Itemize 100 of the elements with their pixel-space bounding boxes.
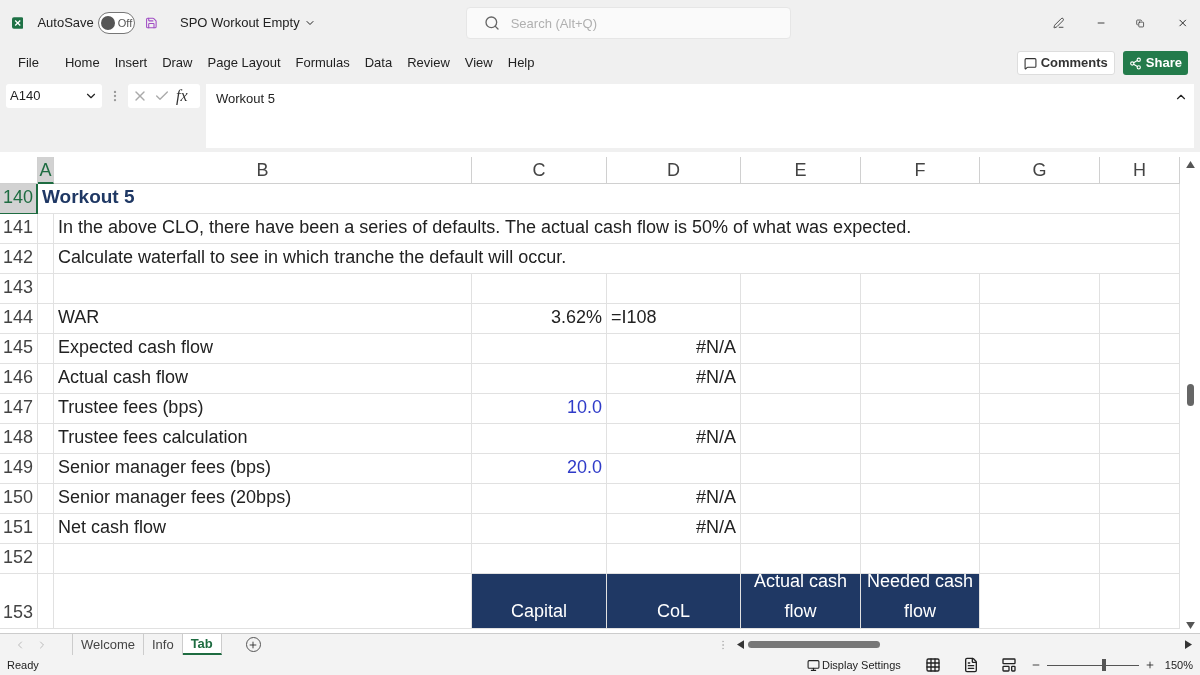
cell[interactable] <box>38 364 54 394</box>
cell[interactable] <box>607 454 741 484</box>
cell[interactable] <box>38 214 54 244</box>
ribbon-tab[interactable]: Help <box>507 53 535 73</box>
row-number[interactable]: 149 <box>0 454 38 484</box>
ribbon-tab[interactable]: Formulas <box>295 53 350 73</box>
row-number[interactable]: 142 <box>0 244 38 274</box>
cell[interactable]: #N/A <box>607 424 741 454</box>
cell[interactable]: Needed cash flow <box>861 574 980 629</box>
cell[interactable] <box>980 274 1100 304</box>
row-number[interactable]: 147 <box>0 394 38 424</box>
cell[interactable] <box>741 334 861 364</box>
cell[interactable]: 20.0 <box>472 454 607 484</box>
cell[interactable] <box>38 244 54 274</box>
cell[interactable] <box>54 544 472 574</box>
row-number[interactable]: 140 <box>0 184 38 214</box>
excel-logo-icon[interactable] <box>12 14 24 32</box>
column-header[interactable]: F <box>861 157 980 184</box>
cell[interactable] <box>472 274 607 304</box>
cell[interactable] <box>741 424 861 454</box>
cell[interactable]: #N/A <box>607 364 741 394</box>
cell[interactable] <box>54 274 472 304</box>
cell[interactable] <box>607 394 741 424</box>
cell[interactable] <box>861 334 980 364</box>
cell[interactable] <box>980 454 1100 484</box>
cell[interactable] <box>38 274 54 304</box>
cell[interactable] <box>38 304 54 334</box>
cell[interactable] <box>741 484 861 514</box>
cell[interactable]: Calculate waterfall to see in which tranche the default will occur. <box>54 244 1180 274</box>
row-number[interactable]: 153 <box>0 574 38 629</box>
scroll-left-icon[interactable] <box>736 640 744 649</box>
normal-view-icon[interactable] <box>924 657 941 673</box>
cell[interactable]: 10.0 <box>472 394 607 424</box>
row-number[interactable]: 144 <box>0 304 38 334</box>
cell[interactable]: Capital <box>472 574 607 629</box>
cell[interactable] <box>38 454 54 484</box>
cell[interactable] <box>861 484 980 514</box>
cell[interactable] <box>54 574 472 629</box>
ribbon-tab[interactable]: Insert <box>114 53 148 73</box>
column-header[interactable]: E <box>741 157 861 184</box>
file-name-menu[interactable]: SPO Workout Empty <box>180 13 316 33</box>
cell[interactable] <box>38 334 54 364</box>
cell[interactable]: =I108 <box>607 304 741 334</box>
cell[interactable]: 3.62% <box>472 304 607 334</box>
ribbon-tab[interactable]: Page Layout <box>207 53 281 73</box>
row-number[interactable]: 141 <box>0 214 38 244</box>
cell[interactable] <box>861 274 980 304</box>
cell[interactable] <box>741 514 861 544</box>
cell[interactable]: Expected cash flow <box>54 334 472 364</box>
cell[interactable]: Senior manager fees (20bps) <box>54 484 472 514</box>
scroll-down-icon[interactable] <box>1185 622 1195 629</box>
cell[interactable] <box>472 334 607 364</box>
cell[interactable]: Trustee fees (bps) <box>54 394 472 424</box>
row-number[interactable]: 148 <box>0 424 38 454</box>
scroll-up-icon[interactable] <box>1185 161 1195 168</box>
cell[interactable]: Actual cash flow <box>741 574 861 629</box>
cell[interactable] <box>38 514 54 544</box>
cell[interactable]: CoL <box>607 574 741 629</box>
cell[interactable] <box>861 364 980 394</box>
cell[interactable] <box>980 514 1100 544</box>
formula-field[interactable]: Workout 5 <box>216 89 275 109</box>
cell[interactable] <box>980 334 1100 364</box>
cell[interactable] <box>741 304 861 334</box>
cell[interactable] <box>472 514 607 544</box>
cell[interactable] <box>472 484 607 514</box>
cell[interactable] <box>980 394 1100 424</box>
ribbon-tab[interactable]: Review <box>407 53 450 73</box>
cell[interactable] <box>861 304 980 334</box>
cell[interactable]: Net cash flow <box>54 514 472 544</box>
cell[interactable] <box>861 394 980 424</box>
vertical-scrollbar-thumb[interactable] <box>1186 384 1194 406</box>
cell[interactable]: #N/A <box>607 334 741 364</box>
cell[interactable] <box>38 574 54 629</box>
column-header[interactable]: C <box>472 157 607 184</box>
zoom-slider[interactable] <box>1046 659 1139 671</box>
cell[interactable]: Trustee fees calculation <box>54 424 472 454</box>
comments-button[interactable]: Comments <box>1016 51 1115 75</box>
column-header[interactable]: B <box>54 157 472 184</box>
ribbon-tab[interactable]: Data <box>364 53 393 73</box>
autosave-toggle[interactable]: Off <box>97 12 136 34</box>
sheet-tab[interactable]: Tab <box>182 634 222 655</box>
cell[interactable] <box>980 424 1100 454</box>
zoom-level[interactable]: 150% <box>1164 656 1193 674</box>
row-number[interactable]: 151 <box>0 514 38 544</box>
cell[interactable]: Workout 5 <box>38 184 1180 214</box>
scroll-right-icon[interactable] <box>1185 640 1192 649</box>
page-break-icon[interactable] <box>1000 657 1017 673</box>
row-number[interactable]: 150 <box>0 484 38 514</box>
cell[interactable]: #N/A <box>607 514 741 544</box>
cell[interactable] <box>861 514 980 544</box>
cell[interactable] <box>861 424 980 454</box>
ribbon-tab[interactable]: Draw <box>162 53 193 73</box>
cell[interactable] <box>980 544 1100 574</box>
share-button[interactable]: Share <box>1122 51 1188 75</box>
column-header[interactable]: D <box>607 157 741 184</box>
cell[interactable] <box>607 274 741 304</box>
cell[interactable]: In the above CLO, there have been a series of defaults. The actual cash flow is 50% of what was expected. <box>54 214 1180 244</box>
cell[interactable] <box>741 364 861 394</box>
cell[interactable] <box>980 304 1100 334</box>
ribbon-tab[interactable]: File <box>18 53 39 73</box>
